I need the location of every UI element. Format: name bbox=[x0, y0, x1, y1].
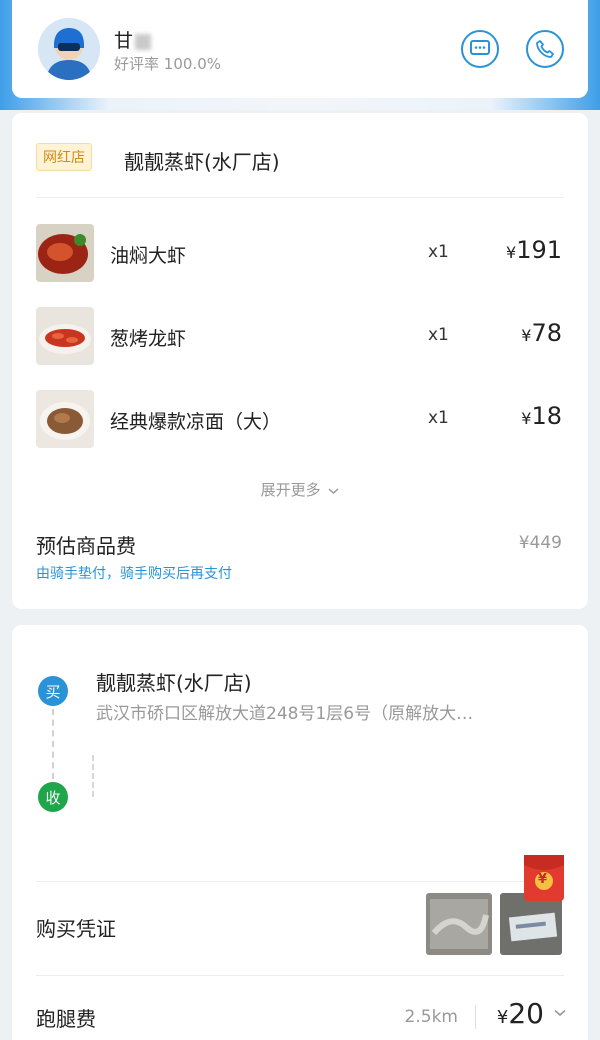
red-envelope-icon[interactable]: ¥ bbox=[524, 855, 564, 901]
estimate-label: 预估商品费 bbox=[36, 534, 136, 558]
message-button[interactable] bbox=[461, 30, 499, 68]
chevron-down-icon[interactable] bbox=[554, 1009, 566, 1017]
estimate-note: 由骑手垫付，骑手购买后再支付 bbox=[36, 566, 232, 582]
shop-tag-badge: 网红店 bbox=[36, 143, 92, 171]
item-name: 经典爆款凉面（大） bbox=[110, 411, 282, 433]
chevron-down-icon bbox=[328, 488, 339, 495]
buy-badge: 买 bbox=[38, 676, 68, 706]
divider bbox=[36, 975, 564, 976]
item-quantity: x1 bbox=[428, 408, 449, 428]
distance-value: 2.5km bbox=[404, 1007, 458, 1027]
item-thumbnail bbox=[36, 224, 94, 282]
divider bbox=[36, 881, 564, 882]
call-button[interactable] bbox=[526, 30, 564, 68]
pickup-address: 武汉市硚口区解放大道248号1层6号（原解放大… bbox=[96, 704, 474, 724]
route-line bbox=[52, 709, 54, 779]
receive-badge: 收 bbox=[38, 782, 68, 812]
item-quantity: x1 bbox=[428, 325, 449, 345]
route-card: 买 收 靓靓蒸虾(水厂店) 武汉市硚口区解放大道248号1层6号（原解放大… 购… bbox=[12, 625, 588, 1040]
order-card: 网红店 靓靓蒸虾(水厂店) 油焖大虾 x1 ¥191 葱烤龙虾 x1 ¥78 经… bbox=[12, 113, 588, 609]
rider-rating: 好评率 100.0% bbox=[114, 55, 221, 73]
item-thumbnail bbox=[36, 307, 94, 365]
item-name: 葱烤龙虾 bbox=[110, 328, 187, 350]
purchase-proof-label: 购买凭证 bbox=[36, 917, 116, 941]
purchase-proof-image[interactable] bbox=[500, 893, 562, 955]
delivery-fee-value[interactable]: ¥20 bbox=[497, 997, 544, 1030]
delivery-fee-label: 跑腿费 bbox=[36, 1007, 96, 1031]
purchase-proof-image[interactable] bbox=[426, 893, 492, 955]
item-price: ¥18 bbox=[521, 402, 562, 430]
item-quantity: x1 bbox=[428, 242, 449, 262]
route-line bbox=[92, 755, 94, 797]
item-price: ¥78 bbox=[521, 319, 562, 347]
rider-avatar[interactable] bbox=[38, 18, 100, 80]
rider-card: 甘 好评率 100.0% bbox=[12, 0, 588, 98]
item-price: ¥191 bbox=[506, 236, 562, 264]
order-item[interactable]: 葱烤龙虾 x1 ¥78 bbox=[12, 307, 588, 367]
order-item[interactable]: 油焖大虾 x1 ¥191 bbox=[12, 224, 588, 284]
order-item[interactable]: 经典爆款凉面（大） x1 ¥18 bbox=[12, 390, 588, 450]
item-thumbnail bbox=[36, 390, 94, 448]
item-name: 油焖大虾 bbox=[110, 245, 187, 267]
shop-name[interactable]: 靓靓蒸虾(水厂店) bbox=[124, 146, 280, 175]
red-envelope-symbol: ¥ bbox=[538, 872, 548, 887]
chat-icon bbox=[470, 40, 490, 55]
divider bbox=[36, 197, 564, 198]
rider-name: 甘 bbox=[114, 26, 152, 53]
expand-more-link[interactable]: 展开更多 bbox=[12, 479, 588, 500]
estimate-value: ¥449 bbox=[518, 533, 562, 553]
separator bbox=[475, 1005, 476, 1029]
pickup-shop-name: 靓靓蒸虾(水厂店) bbox=[96, 671, 252, 695]
phone-icon bbox=[536, 40, 554, 58]
